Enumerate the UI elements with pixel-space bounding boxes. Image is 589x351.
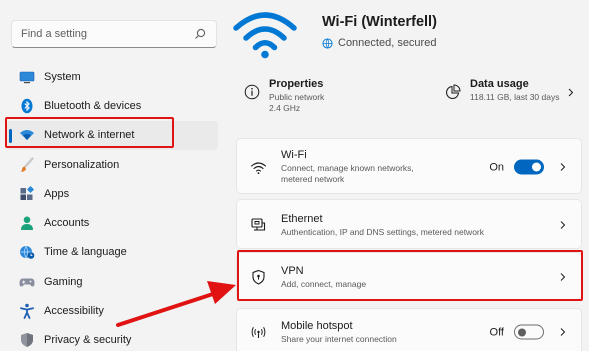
wifi-icon xyxy=(250,159,267,176)
sidebar-item-label: System xyxy=(44,70,81,83)
selection-indicator xyxy=(9,128,12,143)
accessibility-icon xyxy=(19,303,35,319)
search-box[interactable] xyxy=(11,20,217,48)
connection-status-text: Connected, secured xyxy=(338,37,437,49)
wifi-card: Wi-Fi Connect, manage known networks, me… xyxy=(236,138,582,194)
sidebar-item-gaming[interactable]: Gaming xyxy=(6,267,218,296)
vpn-controls xyxy=(558,273,567,282)
data-usage-link[interactable]: Data usage 118.11 GB, last 30 days xyxy=(445,78,559,103)
person-icon xyxy=(19,215,35,231)
brush-icon xyxy=(19,156,35,173)
ethernet-icon xyxy=(250,217,267,234)
data-usage-title: Data usage xyxy=(470,78,529,90)
page-title: Wi-Fi (Winterfell) xyxy=(322,14,437,30)
wifi-subtitle-line1: Connect, manage known networks, xyxy=(281,163,414,173)
vpn-subtitle: Add, connect, manage xyxy=(281,278,367,289)
chevron-right-icon[interactable] xyxy=(558,163,567,172)
sidebar-item-bluetooth[interactable]: Bluetooth & devices xyxy=(6,91,218,120)
ethernet-title: Ethernet xyxy=(281,212,323,225)
properties-link[interactable]: Properties Public network 2.4 GHz xyxy=(244,78,324,114)
hotspot-toggle[interactable] xyxy=(514,324,544,340)
sidebar-item-label: Accounts xyxy=(44,217,90,230)
wifi-controls: On xyxy=(489,159,567,175)
sidebar-item-accessibility[interactable]: Accessibility xyxy=(6,296,218,325)
sidebar-item-label: Accessibility xyxy=(44,305,104,318)
connection-status: Connected, secured xyxy=(322,37,436,49)
properties-network-type: Public network xyxy=(269,92,325,102)
vpn-row[interactable]: VPN Add, connect, manage xyxy=(237,253,581,301)
gamepad-icon xyxy=(19,274,35,290)
wifi-toggle-label: On xyxy=(489,161,504,173)
hotspot-controls: Off xyxy=(489,324,567,340)
properties-title: Properties xyxy=(269,78,324,90)
system-icon xyxy=(19,69,35,85)
chevron-right-icon[interactable] xyxy=(558,273,567,282)
sidebar-item-label: Apps xyxy=(44,187,70,200)
chevron-right-icon[interactable] xyxy=(558,328,567,337)
chevron-right-icon[interactable] xyxy=(558,221,567,230)
ethernet-subtitle: Authentication, IP and DNS settings, met… xyxy=(281,226,485,237)
data-usage-detail: 118.11 GB, last 30 days xyxy=(470,92,560,102)
wifi-row[interactable]: Wi-Fi Connect, manage known networks, me… xyxy=(237,139,581,195)
sidebar-item-apps[interactable]: Apps xyxy=(6,179,218,208)
sidebar-item-system[interactable]: System xyxy=(6,62,218,91)
sidebar-item-label: Privacy & security xyxy=(44,334,132,347)
ethernet-row[interactable]: Ethernet Authentication, IP and DNS sett… xyxy=(237,200,581,250)
sidebar-item-network[interactable]: Network & internet xyxy=(6,120,218,150)
sidebar-item-label: Bluetooth & devices xyxy=(44,99,142,112)
wifi-title: Wi-Fi xyxy=(281,149,307,161)
sidebar-item-accounts[interactable]: Accounts xyxy=(6,208,218,237)
search-icon xyxy=(195,28,206,39)
vpn-card: VPN Add, connect, manage xyxy=(236,252,582,300)
wifi-hero-icon xyxy=(233,12,297,59)
bluetooth-icon xyxy=(19,98,35,114)
sidebar-item-label: Personalization xyxy=(44,158,120,171)
sidebar-item-personalization[interactable]: Personalization xyxy=(6,150,218,179)
globe-clock-icon xyxy=(19,244,35,260)
sidebar-item-privacy-security[interactable]: Privacy & security xyxy=(6,326,218,351)
sidebar-item-label: Time & language xyxy=(44,246,127,259)
wifi-subtitle-line2: metered network xyxy=(281,174,345,184)
hotspot-card: Mobile hotspot Share your internet conne… xyxy=(236,308,582,351)
hotspot-row[interactable]: Mobile hotspot Share your internet conne… xyxy=(237,309,581,351)
network-icon xyxy=(19,127,35,143)
shield-icon xyxy=(19,332,35,348)
hotspot-subtitle: Share your internet connection xyxy=(281,333,397,344)
globe-icon xyxy=(322,37,333,49)
info-icon xyxy=(244,84,260,100)
hotspot-title: Mobile hotspot xyxy=(281,319,353,332)
chevron-right-icon xyxy=(568,88,574,97)
toggle-knob xyxy=(518,328,526,336)
vpn-title: VPN xyxy=(281,264,304,277)
sidebar-nav: System Bluetooth & devices Network & int… xyxy=(6,62,218,351)
wifi-toggle[interactable] xyxy=(514,159,544,175)
ethernet-card: Ethernet Authentication, IP and DNS sett… xyxy=(236,199,582,249)
hotspot-toggle-label: Off xyxy=(489,326,504,338)
sidebar-item-time-language[interactable]: Time & language xyxy=(6,238,218,267)
hotspot-icon xyxy=(250,324,267,341)
sidebar-item-label: Gaming xyxy=(44,275,83,288)
ethernet-controls xyxy=(558,221,567,230)
properties-panel: Properties Public network 2.4 GHz Data u… xyxy=(236,66,580,130)
sidebar-item-label: Network & internet xyxy=(44,129,135,142)
vpn-shield-icon xyxy=(250,269,267,286)
search-input[interactable] xyxy=(21,28,194,40)
pie-chart-icon xyxy=(446,84,461,99)
properties-band: 2.4 GHz xyxy=(269,103,301,113)
apps-icon xyxy=(19,185,35,202)
toggle-knob xyxy=(532,162,541,172)
